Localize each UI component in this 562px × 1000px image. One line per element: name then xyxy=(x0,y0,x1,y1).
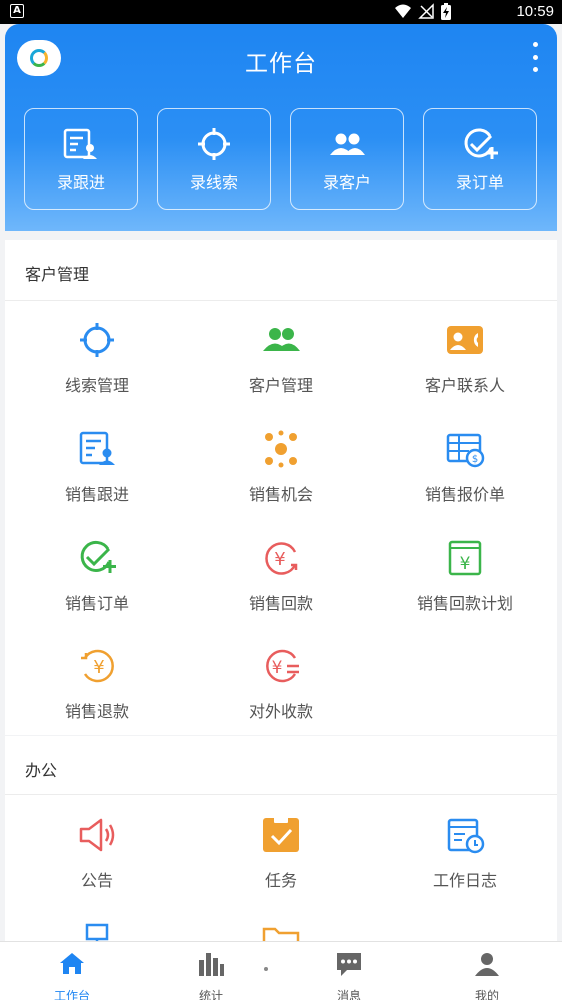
battery-charging-icon xyxy=(441,3,451,20)
svg-text:¥: ¥ xyxy=(93,657,104,678)
menu-item-label: 销售订单 xyxy=(64,594,129,613)
nav-statistics[interactable]: 统计 xyxy=(141,942,281,1000)
menu-item-partial-1[interactable] xyxy=(5,921,189,941)
megaphone-icon xyxy=(79,818,115,852)
network-icon xyxy=(265,430,297,468)
target-icon xyxy=(80,323,114,357)
menu-item-label: 销售回款计划 xyxy=(416,594,513,613)
notification-a-icon: A xyxy=(10,4,24,18)
yen-transfer-icon: ¥ xyxy=(266,649,299,683)
target-icon xyxy=(198,128,230,160)
message-icon xyxy=(337,953,361,976)
section-title: 客户管理 xyxy=(25,265,90,284)
menu-item-label: 工作日志 xyxy=(432,871,497,890)
quick-action-label: 录客户 xyxy=(322,173,371,192)
quick-action-customer[interactable]: 录客户 xyxy=(290,108,404,210)
quick-action-lead[interactable]: 录线索 xyxy=(157,108,271,210)
menu-item-sales-refund[interactable]: ¥ 销售退款 xyxy=(5,646,189,746)
svg-text:$: $ xyxy=(472,454,478,465)
menu-item-label: 客户联系人 xyxy=(424,376,505,395)
svg-text:¥: ¥ xyxy=(460,554,471,574)
yen-refresh-icon: ¥ xyxy=(265,542,298,575)
nav-label: 统计 xyxy=(198,989,223,1000)
page-title: 工作台 xyxy=(245,51,317,77)
menu-item-sales-opportunity[interactable]: 销售机会 xyxy=(189,429,373,529)
status-bar: A 10:59 xyxy=(0,0,562,24)
menu-item-work-log[interactable]: 工作日志 xyxy=(373,815,557,915)
menu-item-task[interactable]: 任务 xyxy=(189,815,373,915)
monitor-icon xyxy=(85,923,109,941)
section-title: 办公 xyxy=(25,761,58,780)
bottom-navigation: 工作台 统计 消息 我的 xyxy=(0,941,562,1000)
menu-item-label: 公告 xyxy=(80,871,113,890)
menu-item-label: 对外收款 xyxy=(248,702,313,721)
quote-sheet-icon: $ xyxy=(446,433,485,468)
quick-action-label: 录跟进 xyxy=(56,173,105,192)
menu-item-label: 销售机会 xyxy=(248,485,313,504)
contact-card-icon xyxy=(447,326,483,354)
office-card: 办公 公告 任务 工作日志 xyxy=(5,736,557,941)
svg-text:¥: ¥ xyxy=(274,549,285,570)
check-plus-icon xyxy=(464,128,498,159)
menu-item-sales-collection[interactable]: ¥ 销售回款 xyxy=(189,538,373,638)
yen-calendar-icon: ¥ xyxy=(448,540,482,576)
nav-messages[interactable]: 消息 xyxy=(279,942,419,1000)
svg-text:¥: ¥ xyxy=(272,658,283,678)
menu-item-sales-follow-up[interactable]: 销售跟进 xyxy=(5,429,189,529)
quick-action-label: 录订单 xyxy=(455,173,504,192)
menu-item-external-collection[interactable]: ¥ 对外收款 xyxy=(189,646,373,746)
menu-item-label: 销售报价单 xyxy=(424,485,505,504)
home-icon xyxy=(60,953,84,974)
check-plus-icon xyxy=(80,541,116,573)
quick-action-follow-up[interactable]: 录跟进 xyxy=(24,108,138,210)
menu-item-customer-management[interactable]: 客户管理 xyxy=(189,320,373,420)
yen-refund-icon: ¥ xyxy=(81,649,114,683)
indicator-dot xyxy=(264,967,268,971)
menu-item-lead-management[interactable]: 线索管理 xyxy=(5,320,189,420)
follow-up-icon xyxy=(63,128,97,159)
menu-item-announcement[interactable]: 公告 xyxy=(5,815,189,915)
work-log-icon xyxy=(447,818,485,854)
menu-item-customer-contacts[interactable]: 客户联系人 xyxy=(373,320,557,420)
divider xyxy=(5,300,557,301)
nav-label: 工作台 xyxy=(53,989,90,1000)
menu-item-label: 销售跟进 xyxy=(64,485,129,504)
menu-item-sales-order[interactable]: 销售订单 xyxy=(5,538,189,638)
nav-me[interactable]: 我的 xyxy=(417,942,557,1000)
menu-item-sales-collection-plan[interactable]: ¥ 销售回款计划 xyxy=(373,538,557,638)
user-icon xyxy=(475,953,499,976)
customers-icon xyxy=(263,328,300,351)
folder-icon xyxy=(262,927,300,941)
divider xyxy=(5,794,557,795)
follow-up-icon xyxy=(79,431,115,465)
menu-item-partial-2[interactable] xyxy=(189,921,373,941)
nav-label: 我的 xyxy=(474,989,499,1000)
nav-label: 消息 xyxy=(336,989,361,1000)
wifi-icon xyxy=(395,4,411,18)
header: 工作台 录跟进 录线索 录客户 录订单 xyxy=(5,24,557,231)
customer-management-card: 客户管理 线索管理 客户管理 客户联系人 销售跟进 销售机会 $ 销售报价单 销… xyxy=(5,240,557,735)
quick-action-order[interactable]: 录订单 xyxy=(423,108,537,210)
task-clipboard-icon xyxy=(263,817,299,852)
menu-item-label: 销售退款 xyxy=(64,702,129,721)
customers-icon xyxy=(330,133,365,155)
nav-workbench[interactable]: 工作台 xyxy=(2,942,142,1000)
bar-chart-icon xyxy=(199,953,224,976)
quick-action-label: 录线索 xyxy=(189,173,238,192)
menu-item-label: 线索管理 xyxy=(64,376,129,395)
menu-item-label: 客户管理 xyxy=(248,376,313,395)
menu-item-label: 销售回款 xyxy=(248,594,313,613)
no-signal-icon xyxy=(418,3,434,19)
menu-item-label: 任务 xyxy=(264,871,297,890)
more-menu-icon[interactable] xyxy=(531,42,539,72)
status-time: 10:59 xyxy=(516,3,554,20)
menu-item-sales-quote[interactable]: $ 销售报价单 xyxy=(373,429,557,529)
